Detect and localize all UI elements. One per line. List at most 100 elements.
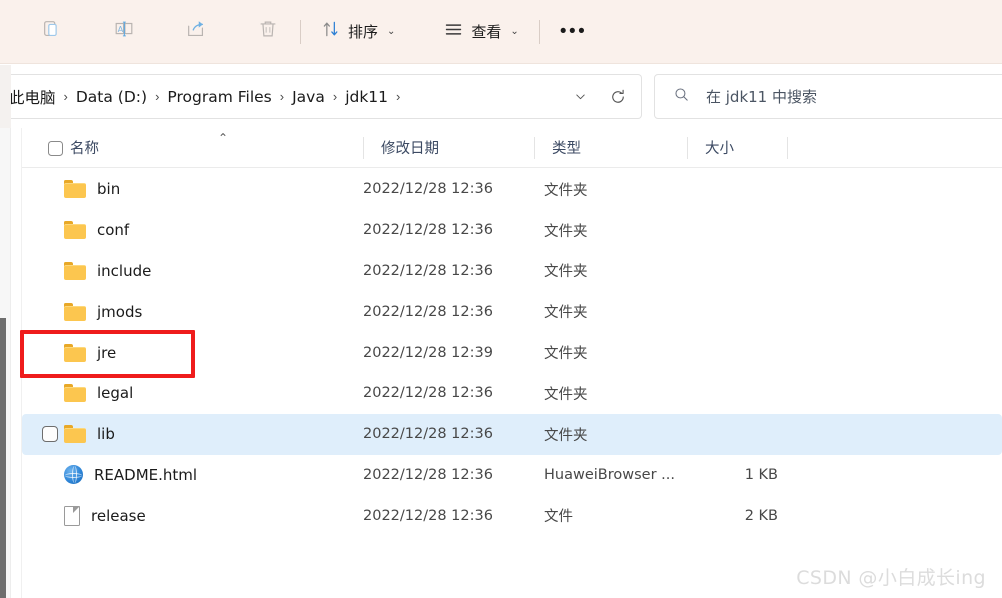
table-row[interactable]: release 2022/12/28 12:36 文件 2 KB — [22, 495, 1002, 536]
svg-text:A: A — [118, 24, 124, 34]
select-all-checkbox[interactable] — [48, 141, 63, 156]
file-date-cell: 2022/12/28 12:36 — [363, 385, 493, 402]
file-list: bin 2022/12/28 12:36 文件夹 conf 2022/12/28… — [22, 169, 1002, 536]
folder-icon — [64, 343, 86, 362]
file-type-cell: 文件夹 — [544, 223, 588, 240]
chevron-down-icon-sort: ⌄ — [387, 25, 396, 37]
refresh-icon[interactable] — [601, 80, 635, 114]
ellipsis-icon: ••• — [559, 21, 588, 42]
file-type-cell: 文件夹 — [544, 427, 588, 444]
file-name-cell: release — [64, 505, 384, 526]
breadcrumb-separator-1: › — [155, 89, 160, 104]
file-name-cell: legal — [64, 384, 384, 403]
address-bar-actions — [563, 80, 635, 114]
paste-button[interactable] — [32, 12, 72, 52]
file-name-label: lib — [97, 425, 115, 444]
table-row-selected[interactable]: lib 2022/12/28 12:36 文件夹 — [22, 413, 1002, 455]
search-input[interactable]: 在 jdk11 中搜索 — [706, 86, 817, 107]
search-icon — [673, 86, 690, 108]
file-name-cell: bin — [64, 180, 384, 199]
trash-icon — [257, 18, 279, 45]
table-row-jre[interactable]: jre 2022/12/28 12:39 文件夹 — [22, 332, 1002, 373]
folder-icon — [64, 302, 86, 321]
column-header-name[interactable]: 名称 — [70, 128, 99, 168]
breadcrumb-item-3[interactable]: Java — [287, 85, 330, 109]
folder-icon — [64, 384, 86, 403]
breadcrumb-item-2[interactable]: Program Files — [162, 85, 276, 109]
file-name-label: include — [97, 261, 152, 280]
file-name-cell: README.html — [64, 465, 384, 485]
file-type-cell: 文件夹 — [544, 386, 588, 403]
breadcrumb-item-4[interactable]: jdk11 — [340, 85, 393, 109]
breadcrumb-item-1[interactable]: Data (D:) — [71, 85, 152, 109]
chevron-down-icon-view: ⌄ — [510, 25, 519, 37]
file-date-cell: 2022/12/28 12:36 — [363, 507, 493, 524]
file-date-cell: 2022/12/28 12:36 — [363, 222, 493, 239]
table-row[interactable]: legal 2022/12/28 12:36 文件夹 — [22, 373, 1002, 414]
sort-button[interactable]: 排序 ⌄ — [313, 12, 403, 52]
file-date-cell: 2022/12/28 12:36 — [363, 466, 493, 483]
table-row[interactable]: README.html 2022/12/28 12:36 HuaweiBrows… — [22, 455, 1002, 496]
file-size-cell: 2 KB — [744, 507, 778, 524]
left-panel-top — [0, 65, 11, 128]
toolbar-divider-2 — [538, 19, 540, 44]
breadcrumb-separator-4: › — [396, 89, 401, 104]
file-date-cell: 2022/12/28 12:36 — [363, 426, 493, 443]
column-header-type[interactable]: 类型 — [534, 128, 581, 168]
file-name-cell: lib — [64, 425, 384, 444]
column-divider-4[interactable] — [787, 137, 788, 159]
file-explorer-window: A 排序 ⌄ 查看 ⌄ ••• 此电脑 › Data (D:) › Progra… — [0, 0, 1002, 598]
file-type-cell: 文件夹 — [544, 305, 588, 322]
file-type-cell: HuaweiBrowser ... — [544, 466, 675, 483]
share-icon — [185, 18, 207, 45]
file-name-label: release — [91, 506, 146, 525]
toolbar: A 排序 ⌄ 查看 ⌄ ••• — [0, 0, 1002, 64]
view-button[interactable]: 查看 ⌄ — [435, 12, 526, 52]
share-button[interactable] — [176, 12, 216, 52]
address-bar[interactable]: 此电脑 › Data (D:) › Program Files › Java ›… — [0, 74, 642, 119]
left-scrollbar-thumb[interactable] — [0, 318, 6, 598]
folder-icon — [64, 261, 86, 280]
view-label: 查看 — [471, 23, 502, 41]
file-date-cell: 2022/12/28 12:36 — [363, 262, 493, 279]
column-header-size[interactable]: 大小 — [687, 128, 734, 168]
folder-icon — [64, 180, 86, 199]
file-type-cell: 文件夹 — [544, 346, 588, 363]
file-name-label: legal — [97, 384, 134, 403]
breadcrumb-separator-0: › — [63, 89, 68, 104]
search-box[interactable]: 在 jdk11 中搜索 — [654, 74, 1002, 119]
table-row[interactable]: include 2022/12/28 12:36 文件夹 — [22, 251, 1002, 292]
chevron-down-icon-address[interactable] — [563, 80, 597, 114]
file-name-cell: jmods — [64, 302, 384, 321]
table-row[interactable]: bin 2022/12/28 12:36 文件夹 — [22, 169, 1002, 210]
column-header-date[interactable]: 修改日期 — [363, 128, 439, 168]
column-headers: 名称 ⌃ 修改日期 类型 大小 — [22, 128, 1002, 168]
folder-icon — [64, 425, 86, 444]
row-checkbox[interactable] — [42, 426, 58, 443]
file-type-cell: 文件夹 — [544, 182, 588, 199]
breadcrumb-separator-2: › — [279, 89, 285, 104]
file-name-label: conf — [97, 221, 130, 240]
content-panel-edge — [11, 128, 22, 598]
toolbar-divider-1 — [300, 19, 301, 44]
breadcrumb-separator-3: › — [332, 89, 338, 104]
table-row[interactable]: conf 2022/12/28 12:36 文件夹 — [22, 210, 1002, 251]
left-scrollbar-track[interactable] — [0, 128, 11, 598]
breadcrumb-item-0[interactable]: 此电脑 — [4, 83, 61, 111]
file-type-cell: 文件 — [544, 509, 573, 526]
file-name-cell: conf — [64, 221, 384, 240]
more-options-button[interactable]: ••• — [552, 12, 595, 52]
column-header-type-label: 类型 — [552, 141, 581, 157]
view-list-icon — [443, 19, 464, 45]
delete-button[interactable] — [248, 12, 288, 52]
file-name-label: bin — [97, 180, 121, 199]
table-row[interactable]: jmods 2022/12/28 12:36 文件夹 — [22, 291, 1002, 332]
globe-icon — [64, 465, 83, 485]
file-name-cell: include — [64, 261, 384, 280]
rename-button[interactable]: A — [104, 12, 144, 52]
watermark: CSDN @小白成长ing — [796, 567, 986, 589]
document-icon — [64, 505, 80, 526]
sort-icon — [321, 19, 341, 44]
file-name-label: README.html — [94, 465, 198, 484]
file-name-label: jre — [97, 343, 117, 362]
